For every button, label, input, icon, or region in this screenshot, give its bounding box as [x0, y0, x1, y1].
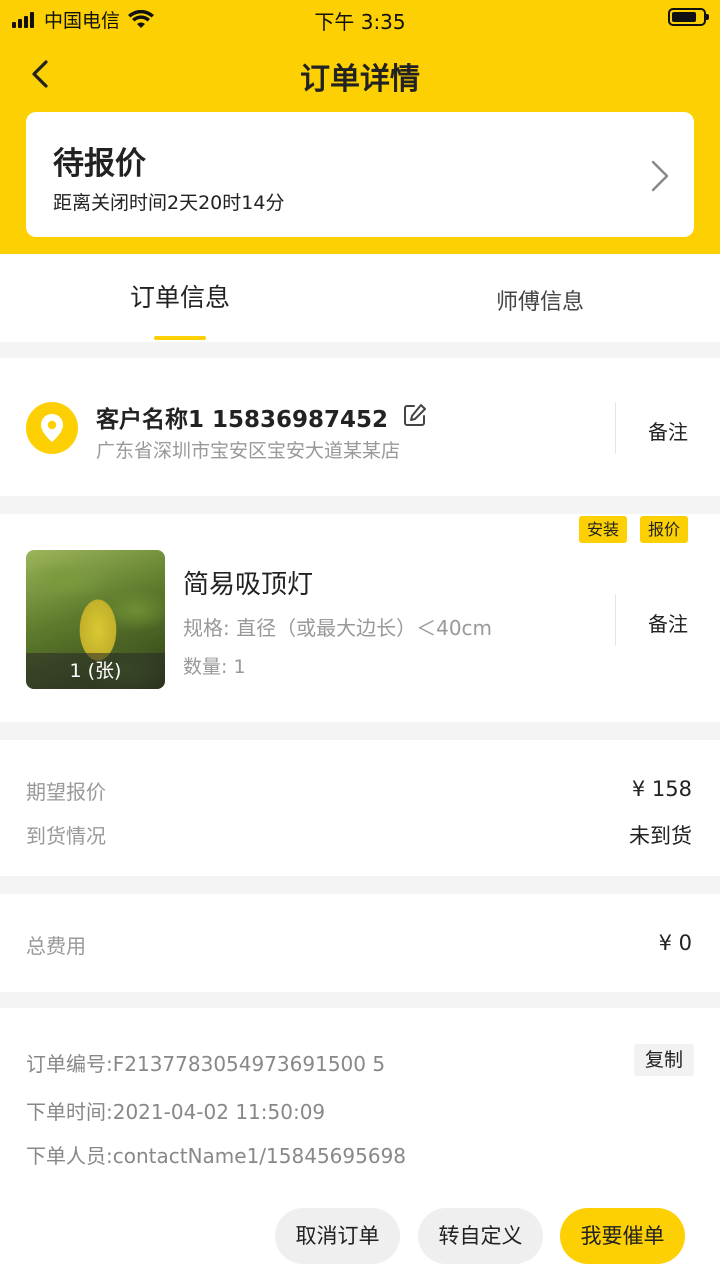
page-title: 订单详情: [300, 62, 420, 97]
active-tab-indicator: [154, 336, 206, 340]
total-fee-label: 总费用: [26, 934, 86, 958]
customer-remark-button[interactable]: 备注: [616, 416, 720, 445]
customer-section: 客户名称1 15836987452 广东省深圳市宝安区宝安大道某某店 备注: [0, 358, 720, 496]
chevron-right-icon: [651, 160, 669, 192]
status-bar: 中国电信 下午 3:35: [0, 0, 720, 36]
total-fee-value: ¥ 0: [658, 931, 692, 955]
arrival-status-value: 未到货: [629, 824, 692, 848]
nav-bar: 订单详情: [0, 44, 720, 104]
order-close-countdown: 距离关闭时间2天20时14分: [53, 192, 285, 214]
total-fee-section: 总费用 ¥ 0: [0, 894, 720, 992]
location-pin-icon: [26, 402, 78, 454]
tag-install: 安装: [579, 516, 628, 543]
tag-quote: 报价: [640, 516, 689, 543]
cancel-order-button[interactable]: 取消订单: [275, 1208, 400, 1264]
urge-order-button[interactable]: 我要催单: [560, 1208, 685, 1264]
product-spec: 规格: 直径（或最大边长）＜40cm: [183, 616, 493, 640]
battery-icon: [668, 8, 709, 26]
tab-order-info[interactable]: 订单信息: [0, 254, 360, 342]
order-number: 订单编号:F2137783054973691500 5: [26, 1052, 386, 1076]
product-name: 简易吸顶灯: [183, 570, 314, 600]
product-remark-button[interactable]: 备注: [616, 608, 720, 637]
product-quantity: 数量: 1: [183, 656, 246, 678]
product-section: 安装 报价 1 (张) 简易吸顶灯 规格: 直径（或最大边长）＜40cm 数量:…: [0, 514, 720, 722]
customer-name-phone: 客户名称1 15836987452: [96, 407, 389, 433]
edit-icon[interactable]: [402, 402, 428, 428]
customer-address: 广东省深圳市宝安区宝安大道某某店: [96, 440, 401, 462]
order-status-card[interactable]: 待报价 距离关闭时间2天20时14分: [26, 112, 694, 237]
arrival-status-label: 到货情况: [26, 824, 106, 848]
order-status-title: 待报价: [53, 146, 146, 182]
status-bar-time: 下午 3:35: [314, 10, 406, 34]
convert-custom-button[interactable]: 转自定义: [418, 1208, 543, 1264]
tab-worker-info[interactable]: 师傅信息: [360, 254, 720, 342]
expected-price-value: ¥ 158: [631, 777, 692, 801]
order-time: 下单时间:2021-04-02 11:50:09: [26, 1100, 326, 1124]
tab-bar: 订单信息 师傅信息: [0, 254, 720, 342]
expected-price-label: 期望报价: [26, 780, 106, 804]
pricing-section: 期望报价 ¥ 158 到货情况 未到货: [0, 740, 720, 876]
orderer-info: 下单人员:contactName1/15845695698: [26, 1144, 407, 1168]
copy-order-number-button[interactable]: 复制: [634, 1044, 694, 1076]
product-image[interactable]: 1 (张): [26, 550, 165, 689]
tab-label: 订单信息: [129, 283, 230, 312]
tab-label: 师傅信息: [495, 290, 584, 315]
image-count-caption: 1 (张): [26, 653, 165, 689]
